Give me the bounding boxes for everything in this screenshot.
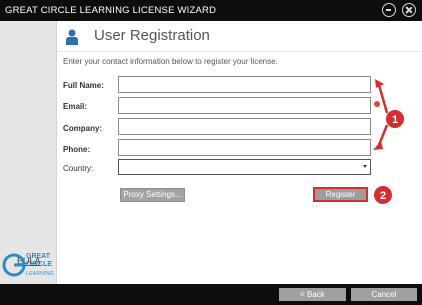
sidebar: EULA bbox=[0, 21, 57, 284]
close-icon[interactable] bbox=[402, 3, 416, 17]
annotation-arrow-up bbox=[377, 84, 389, 114]
logo-line-3: LEARNING bbox=[26, 271, 54, 277]
logo-circle-icon bbox=[2, 253, 26, 277]
window-title: GREAT CIRCLE LEARNING LICENSE WIZARD bbox=[5, 5, 217, 16]
logo-wordmark: GREAT CIRCLE bbox=[26, 253, 52, 269]
logo-line-1: GREAT bbox=[26, 253, 50, 260]
minimize-icon[interactable] bbox=[382, 3, 396, 17]
title-bar: GREAT CIRCLE LEARNING LICENSE WIZARD bbox=[0, 0, 422, 21]
registration-panel: User Registration Enter your contact inf… bbox=[57, 21, 422, 284]
logo-line-2: CIRCLE bbox=[26, 261, 53, 268]
annotation-marker-2-text: 2 bbox=[380, 190, 386, 202]
great-circle-logo: GREAT CIRCLE LEARNING bbox=[2, 251, 56, 281]
annotation-marker-1-text: 1 bbox=[392, 114, 398, 126]
annotation-arrowhead-down bbox=[373, 141, 383, 150]
footer-bar: < Back Cancel bbox=[0, 284, 422, 305]
cancel-button[interactable]: Cancel bbox=[351, 288, 417, 301]
back-button[interactable]: < Back bbox=[279, 288, 346, 301]
annotation-overlay: 1 2 bbox=[373, 79, 404, 204]
